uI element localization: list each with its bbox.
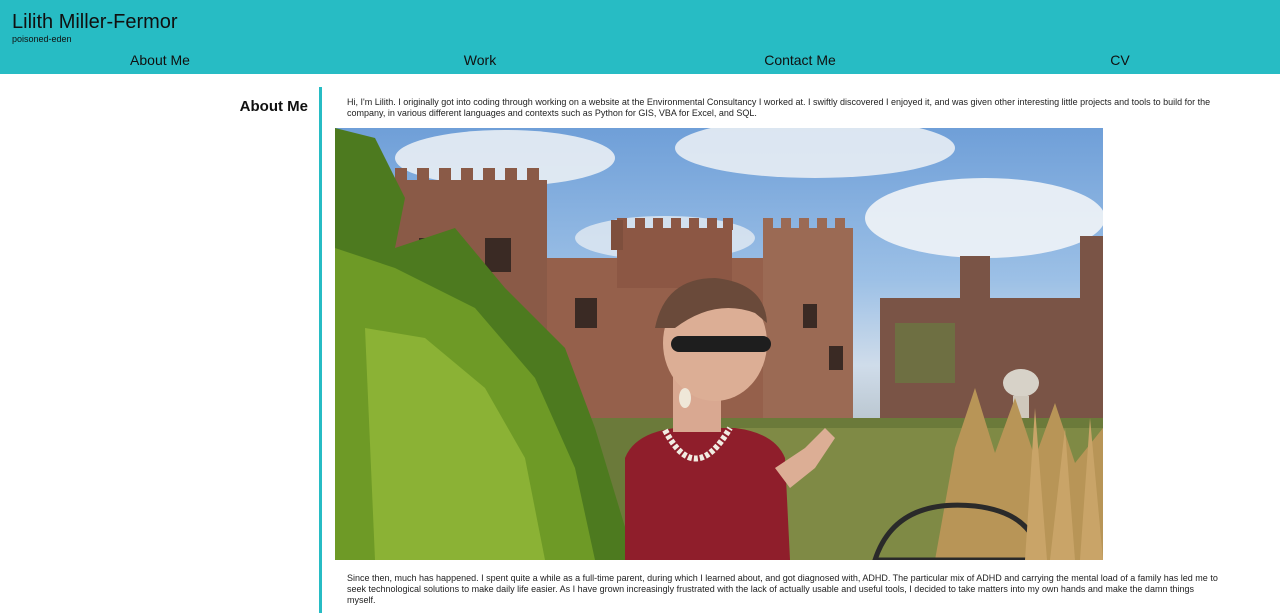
more-paragraph: Since then, much has happened. I spent q…: [347, 573, 1218, 605]
profile-photo: [335, 128, 1103, 560]
nav-item-contact-me[interactable]: Contact Me: [640, 49, 960, 71]
site-header: Lilith Miller-Fermor poisoned-eden About…: [0, 0, 1280, 74]
section-divider: [319, 87, 322, 613]
nav-item-about-me[interactable]: About Me: [0, 49, 320, 71]
profile-photo-illustration: [335, 128, 1103, 560]
nav-item-cv[interactable]: CV: [960, 49, 1280, 71]
site-title[interactable]: Lilith Miller-Fermor: [12, 10, 178, 34]
main-nav: About Me Work Contact Me CV: [0, 49, 1280, 71]
intro-paragraph: Hi, I'm Lilith. I originally got into co…: [347, 97, 1211, 118]
section-heading: About Me: [239, 98, 308, 115]
nav-item-work[interactable]: Work: [320, 49, 640, 71]
site-subtitle: poisoned-eden: [12, 34, 72, 44]
